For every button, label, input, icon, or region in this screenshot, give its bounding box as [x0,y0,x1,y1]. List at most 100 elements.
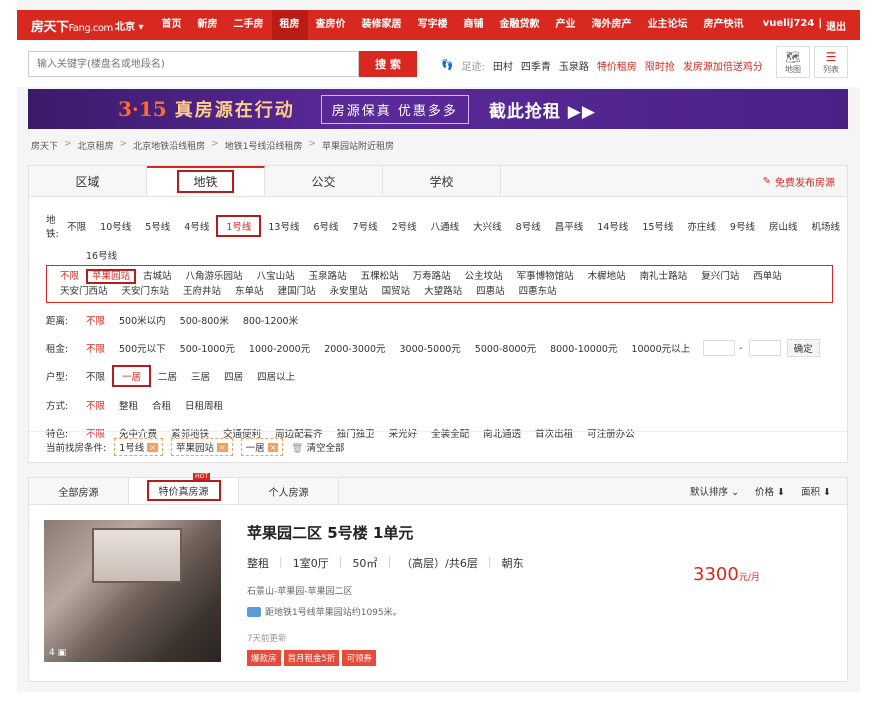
filter-tag[interactable]: 一居 × [240,438,284,456]
rent-option[interactable]: 500-1000元 [173,341,242,355]
filter-tag[interactable]: 苹果园站 × [170,438,233,456]
rent-option[interactable]: 8000-10000元 [543,341,624,355]
footprint-link[interactable]: 玉泉路 [559,58,589,73]
subway-line-option[interactable]: 八通线 [424,219,467,233]
map-view-button[interactable]: 🗺 地图 [776,46,810,78]
station-option[interactable]: 公主坟站 [458,269,510,284]
listing-title[interactable]: 苹果园二区 5号楼 1单元 [247,522,413,543]
filter-tag[interactable]: 1号线 × [114,438,163,456]
station-option[interactable]: 不限 [53,269,86,284]
nav-item-finance[interactable]: 金融贷款 [492,10,548,40]
station-option[interactable]: 建国门站 [271,284,323,299]
station-option[interactable]: 南礼士路站 [633,269,695,284]
station-option[interactable]: 天安门东站 [115,284,177,299]
mode-option[interactable]: 日租周租 [178,398,230,412]
station-option[interactable]: 军事博物馆站 [510,269,581,284]
nav-item-new[interactable]: 新房 [190,10,226,40]
subway-line-option[interactable]: 8号线 [509,219,548,233]
tab-school[interactable]: 学校 [383,166,501,196]
footprint-link[interactable]: 四季青 [521,58,551,73]
subway-line-option[interactable]: 机场线 [804,219,847,233]
subway-line-option[interactable]: 昌平线 [548,219,591,233]
city-selector[interactable]: 北京 ▾ [115,18,144,33]
username-link[interactable]: vuelij724 [763,18,815,33]
promo-banner[interactable]: 3·15 真房源在行动 房源保真 优惠多多 截此抢租 ▶▶ [28,89,848,129]
promo-link[interactable]: 限时抢 [645,58,675,73]
nav-item-office[interactable]: 写字楼 [410,10,456,40]
station-option[interactable]: 万寿路站 [406,269,458,284]
station-option[interactable]: 五棵松站 [354,269,406,284]
listing-address[interactable]: 石景山-苹果园-苹果园二区 [247,584,353,597]
site-logo[interactable]: 房天下Fang.com [17,16,115,35]
layout-option[interactable]: 三居 [184,369,217,383]
subway-line-option[interactable]: 14号线 [590,219,635,233]
subway-line-option[interactable]: 4号线 [177,219,216,233]
sort-area[interactable]: 面积 ⬇ [801,484,831,498]
tab-subway[interactable]: 地铁 [147,166,265,196]
breadcrumb-item[interactable]: 北京地铁沿线租房 [133,139,205,152]
distance-option[interactable]: 不限 [79,313,112,327]
mode-option[interactable]: 合租 [145,398,178,412]
subway-line-option[interactable]: 亦庄线 [680,219,723,233]
station-option[interactable]: 王府井站 [176,284,228,299]
nav-item-shop[interactable]: 商铺 [456,10,492,40]
rent-option[interactable]: 500元以下 [112,341,173,355]
layout-option[interactable]: 二居 [151,369,184,383]
station-option[interactable]: 天安门西站 [53,284,115,299]
footprint-link[interactable]: 田村 [493,58,513,73]
station-option[interactable]: 古城站 [136,269,179,284]
station-option[interactable]: 大望路站 [417,284,469,299]
subway-line-option[interactable]: 6号线 [306,219,345,233]
subway-line-option[interactable]: 不限 [60,219,93,233]
breadcrumb-item[interactable]: 北京租房 [78,139,114,152]
promo-link[interactable]: 特价租房 [597,58,637,73]
nav-item-rent[interactable]: 租房 [271,10,308,40]
promo-link[interactable]: 发房源加倍送鸡分 [683,58,763,73]
station-option[interactable]: 八宝山站 [250,269,302,284]
station-option[interactable]: 四惠站 [469,284,512,299]
remove-tag-icon[interactable]: × [147,442,158,452]
subway-line-option[interactable]: 16号线 [79,248,124,262]
tab-verified-deals[interactable]: HOT 特价真房源 [129,473,239,504]
subway-line-option[interactable]: 7号线 [346,219,385,233]
station-option[interactable]: 四惠东站 [512,284,564,299]
layout-option[interactable]: 不限 [79,369,112,383]
rent-option[interactable]: 3000-5000元 [393,341,468,355]
station-option[interactable]: 国贸站 [375,284,418,299]
clear-all-button[interactable]: 🗑 清空全部 [291,440,344,454]
subway-line-option[interactable]: 10号线 [93,219,138,233]
rent-option[interactable]: 10000元以上 [624,341,697,355]
rent-min-input[interactable] [703,340,736,356]
subway-line-option[interactable]: 13号线 [261,219,306,233]
station-option[interactable]: 东单站 [228,284,271,299]
breadcrumb-item[interactable]: 地铁1号线沿线租房 [225,139,303,152]
station-option[interactable]: 八角游乐园站 [179,269,250,284]
station-option[interactable]: 永安里站 [323,284,375,299]
subway-line-option[interactable]: 9号线 [723,219,762,233]
station-option[interactable]: 木樨地站 [581,269,633,284]
subway-line-option[interactable]: 2号线 [385,219,424,233]
remove-tag-icon[interactable]: × [216,442,228,452]
subway-line-option[interactable]: 房山线 [762,219,805,233]
distance-option[interactable]: 500-800米 [173,313,236,327]
subway-line-option[interactable]: 15号线 [635,219,680,233]
nav-item-news[interactable]: 房产快讯 [696,10,752,40]
station-option[interactable]: 复兴门站 [694,269,746,284]
logout-link[interactable]: 退出 [826,18,846,33]
sort-default[interactable]: 默认排序 ⌄ [690,484,739,498]
subway-line-option[interactable]: 大兴线 [466,219,509,233]
rent-option[interactable]: 5000-8000元 [468,341,543,355]
nav-item-overseas[interactable]: 海外房产 [584,10,640,40]
station-option-selected[interactable]: 苹果园站 [86,269,137,284]
layout-option[interactable]: 四居以上 [250,369,302,383]
mode-option[interactable]: 整租 [112,398,145,412]
tab-personal-listings[interactable]: 个人房源 [239,478,339,504]
nav-item-decor[interactable]: 装修家居 [354,10,410,40]
subway-line-option[interactable]: 5号线 [138,219,177,233]
mode-option[interactable]: 不限 [79,398,112,412]
distance-option[interactable]: 800-1200米 [236,313,305,327]
search-input[interactable] [28,51,359,77]
list-view-button[interactable]: ☰ 列表 [814,46,848,78]
tab-district[interactable]: 区域 [29,166,147,196]
sort-price[interactable]: 价格 ⬇ [755,484,785,498]
